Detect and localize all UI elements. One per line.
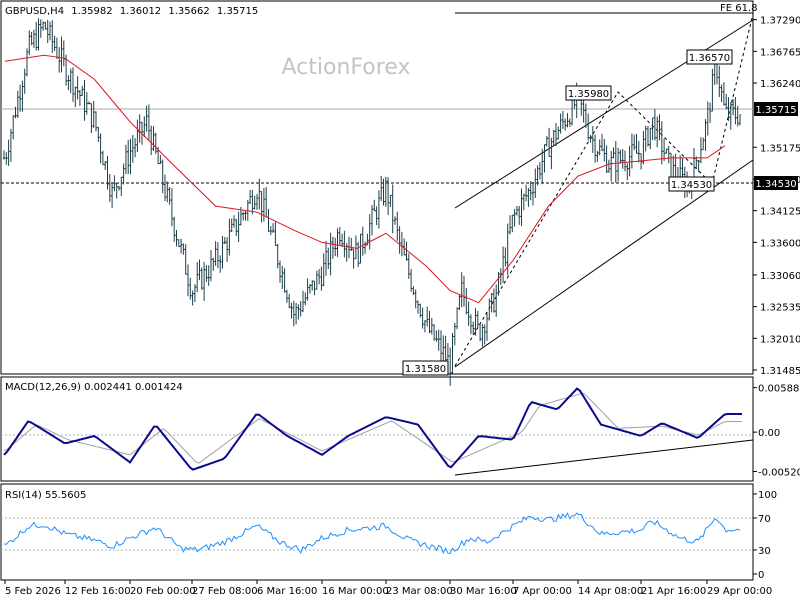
macd-axis: 0.005883 0.00 -0.005209 <box>753 384 800 479</box>
price-axis: 1.372901.367651.362401.351751.346501.341… <box>753 16 800 377</box>
price-tick-label: 1.33600 <box>760 238 800 249</box>
time-tick-label: 27 Feb 08:00 <box>192 586 258 597</box>
rsi-panel <box>0 483 754 581</box>
header-low: 1.35662 <box>168 6 209 17</box>
macd-label: MACD(12,26,9) 0.002441 0.001424 <box>5 382 183 393</box>
annotation-low-34530: 1.34530 <box>668 176 715 192</box>
macd-tick-label: 0.00 <box>758 428 780 439</box>
price-tick-label: 1.35175 <box>760 143 800 154</box>
chart-header: GBPUSD,H4 1.35982 1.36012 1.35662 1.3571… <box>5 6 258 17</box>
time-tick-label: 5 Feb 2026 <box>5 586 61 597</box>
time-tick-label: 14 Apr 08:00 <box>578 586 643 597</box>
time-tick-label: 21 Apr 16:00 <box>641 586 706 597</box>
current-price-text: 1.35715 <box>755 105 796 116</box>
rsi-axis: 100 70 30 0 <box>753 490 777 581</box>
support-level-text: 1.34530 <box>755 179 796 190</box>
annotation-text: 1.35980 <box>568 89 609 100</box>
current-price-tag: 1.35715 <box>754 102 798 116</box>
fe-level-label: FE 61.8 <box>720 3 758 14</box>
header-symbol: GBPUSD,H4 <box>5 6 64 17</box>
forex-chart: ActionForex GBPUSD,H4 1.35982 1.36012 1.… <box>0 0 800 597</box>
price-tick-label: 1.36240 <box>760 79 800 90</box>
time-tick-label: 16 Mar 00:00 <box>322 586 389 597</box>
rsi-tick-label: 30 <box>758 546 771 557</box>
price-tick-label: 1.32010 <box>760 334 800 345</box>
header-high: 1.36012 <box>120 6 161 17</box>
support-level-tag: 1.34530 <box>754 176 798 190</box>
time-tick-label: 20 Feb 00:00 <box>130 586 196 597</box>
price-tick-label: 1.32535 <box>760 303 800 314</box>
annotation-text: 1.36570 <box>689 53 730 64</box>
time-tick-label: 29 Apr 00:00 <box>707 586 772 597</box>
annotation-high-36570: 1.36570 <box>686 49 733 65</box>
header-close: 1.35715 <box>217 6 258 17</box>
rsi-tick-label: 70 <box>758 514 771 525</box>
annotation-text: 1.31580 <box>405 364 446 375</box>
annotation-high-35980: 1.35980 <box>565 85 612 101</box>
time-axis: 5 Feb 2026 12 Feb 16:00 20 Feb 00:0027 Feb… <box>4 580 772 597</box>
rsi-tick-label: 100 <box>758 490 777 501</box>
rsi-tick-label: 0 <box>758 570 764 581</box>
annotation-low-31580: 1.31580 <box>402 360 449 376</box>
time-tick-label: 7 Apr 00:00 <box>513 586 572 597</box>
price-tick-label: 1.37290 <box>760 16 800 27</box>
price-tick-label: 1.34125 <box>760 207 800 218</box>
annotation-text: 1.34530 <box>671 180 712 191</box>
time-tick-label: 12 Feb 16:00 <box>65 586 131 597</box>
watermark: ActionForex <box>282 55 411 80</box>
header-open: 1.35982 <box>71 6 112 17</box>
price-tick-label: 1.31485 <box>760 366 800 377</box>
time-tick-label: 30 Mar 16:00 <box>450 586 517 597</box>
price-tick-label: 1.36765 <box>760 47 800 58</box>
macd-tick-label: -0.005209 <box>758 468 800 479</box>
time-tick-label: 6 Mar 16:00 <box>257 586 317 597</box>
macd-tick-label: 0.005883 <box>758 384 800 395</box>
time-tick-label: 23 Mar 08:00 <box>386 586 453 597</box>
rsi-label: RSI(14) 55.5605 <box>5 490 86 501</box>
price-tick-label: 1.33060 <box>760 271 800 282</box>
